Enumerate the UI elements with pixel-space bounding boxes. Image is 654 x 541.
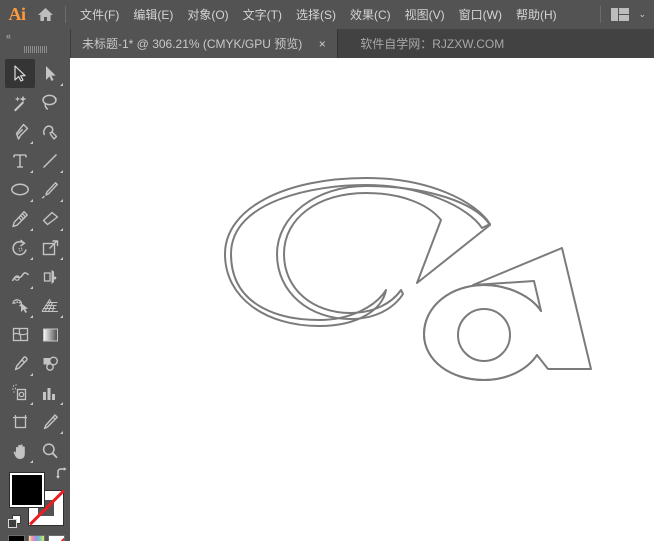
eyedropper-tool[interactable] bbox=[5, 349, 35, 378]
blend-tool[interactable] bbox=[35, 349, 65, 378]
tool-flyout-indicator bbox=[60, 170, 63, 173]
document-tab[interactable]: 未标题-1* @ 306.21% (CMYK/GPU 预览) × bbox=[70, 29, 339, 58]
tool-flyout-indicator bbox=[30, 286, 33, 289]
eraser-tool[interactable] bbox=[35, 204, 65, 233]
pen-tool[interactable] bbox=[5, 117, 35, 146]
tool-flyout-indicator bbox=[60, 199, 63, 202]
tool-flyout-indicator bbox=[60, 257, 63, 260]
swap-fill-stroke-icon[interactable] bbox=[55, 467, 68, 480]
document-canvas[interactable] bbox=[70, 58, 654, 541]
menubar-divider bbox=[65, 6, 66, 23]
menu-window[interactable]: 窗口(W) bbox=[452, 4, 509, 26]
tool-flyout-indicator bbox=[30, 141, 33, 144]
tools-panel: « bbox=[0, 29, 71, 541]
tool-flyout-indicator bbox=[60, 431, 63, 434]
tool-flyout-indicator bbox=[30, 402, 33, 405]
gradient-swatch-button[interactable] bbox=[28, 535, 45, 541]
menu-effect[interactable]: 效果(C) bbox=[343, 4, 398, 26]
selection-tool[interactable] bbox=[5, 59, 35, 88]
tool-grid bbox=[0, 55, 70, 465]
default-fill-stroke-icon[interactable] bbox=[8, 515, 22, 529]
ca-letterform-outline bbox=[224, 177, 592, 381]
perspective-grid-tool[interactable] bbox=[35, 291, 65, 320]
tool-flyout-indicator bbox=[60, 402, 63, 405]
illustrator-window: Ai 文件(F) 编辑(E) 对象(O) 文字(T) 选择(S) 效果(C) 视… bbox=[0, 0, 654, 541]
home-icon[interactable] bbox=[30, 0, 60, 29]
fill-swatch[interactable] bbox=[10, 473, 44, 507]
hand-tool[interactable] bbox=[5, 436, 35, 465]
menu-bar: Ai 文件(F) 编辑(E) 对象(O) 文字(T) 选择(S) 效果(C) 视… bbox=[0, 0, 654, 29]
panel-drag-handle[interactable] bbox=[0, 43, 70, 55]
tool-flyout-indicator bbox=[30, 228, 33, 231]
chevron-down-icon[interactable]: ⌄ bbox=[638, 10, 646, 19]
magic-wand-tool[interactable] bbox=[5, 88, 35, 117]
collapse-panel-icon[interactable]: « bbox=[0, 29, 70, 43]
shaper-pencil-tool[interactable] bbox=[5, 204, 35, 233]
menu-help[interactable]: 帮助(H) bbox=[509, 4, 564, 26]
tool-flyout-indicator bbox=[30, 315, 33, 318]
menu-file[interactable]: 文件(F) bbox=[73, 4, 126, 26]
menu-object[interactable]: 对象(O) bbox=[180, 4, 235, 26]
ellipse-tool[interactable] bbox=[5, 175, 35, 204]
workspace-divider bbox=[600, 6, 602, 23]
fill-stroke-controls bbox=[8, 467, 67, 528]
artboard-tool[interactable] bbox=[5, 407, 35, 436]
slice-tool[interactable] bbox=[35, 407, 65, 436]
tool-flyout-indicator bbox=[30, 373, 33, 376]
document-tab-title: 未标题-1* @ 306.21% (CMYK/GPU 预览) bbox=[82, 36, 303, 51]
paintbrush-tool[interactable] bbox=[35, 175, 65, 204]
workspace-layout-icon[interactable] bbox=[611, 8, 630, 21]
tool-flyout-indicator bbox=[60, 83, 63, 86]
app-logo: Ai bbox=[8, 4, 27, 24]
tool-flyout-indicator bbox=[60, 315, 63, 318]
tool-flyout-indicator bbox=[30, 460, 33, 463]
menu-type[interactable]: 文字(T) bbox=[236, 4, 289, 26]
tool-flyout-indicator bbox=[30, 257, 33, 260]
color-swatch-button[interactable] bbox=[8, 535, 25, 541]
workspace-area: ⌄ bbox=[600, 6, 654, 23]
mesh-tool[interactable] bbox=[5, 320, 35, 349]
menu-select[interactable]: 选择(S) bbox=[289, 4, 343, 26]
menu-view[interactable]: 视图(V) bbox=[398, 4, 452, 26]
width-tool[interactable] bbox=[5, 262, 35, 291]
lasso-tool[interactable] bbox=[35, 88, 65, 117]
free-transform-tool[interactable] bbox=[35, 262, 65, 291]
menu-items: 文件(F) 编辑(E) 对象(O) 文字(T) 选择(S) 效果(C) 视图(V… bbox=[73, 4, 564, 26]
type-tool[interactable] bbox=[5, 146, 35, 175]
tool-flyout-indicator bbox=[30, 170, 33, 173]
zoom-tool[interactable] bbox=[35, 436, 65, 465]
watermark-text: 软件自学网：RJZXW.COM bbox=[360, 37, 505, 51]
close-icon[interactable]: × bbox=[316, 38, 328, 50]
gradient-tool[interactable] bbox=[35, 320, 65, 349]
menu-edit[interactable]: 编辑(E) bbox=[126, 4, 180, 26]
document-tab-bar: 未标题-1* @ 306.21% (CMYK/GPU 预览) × 软件自学网：R… bbox=[70, 29, 654, 58]
tool-flyout-indicator bbox=[60, 228, 63, 231]
rotate-tool[interactable] bbox=[5, 233, 35, 262]
tool-flyout-indicator bbox=[30, 199, 33, 202]
shape-builder-tool[interactable] bbox=[5, 291, 35, 320]
line-segment-tool[interactable] bbox=[35, 146, 65, 175]
column-graph-tool[interactable] bbox=[35, 378, 65, 407]
symbol-sprayer-tool[interactable] bbox=[5, 378, 35, 407]
scale-tool[interactable] bbox=[35, 233, 65, 262]
curvature-tool[interactable] bbox=[35, 117, 65, 146]
none-swatch-button[interactable] bbox=[48, 535, 65, 541]
direct-selection-tool[interactable] bbox=[35, 59, 65, 88]
